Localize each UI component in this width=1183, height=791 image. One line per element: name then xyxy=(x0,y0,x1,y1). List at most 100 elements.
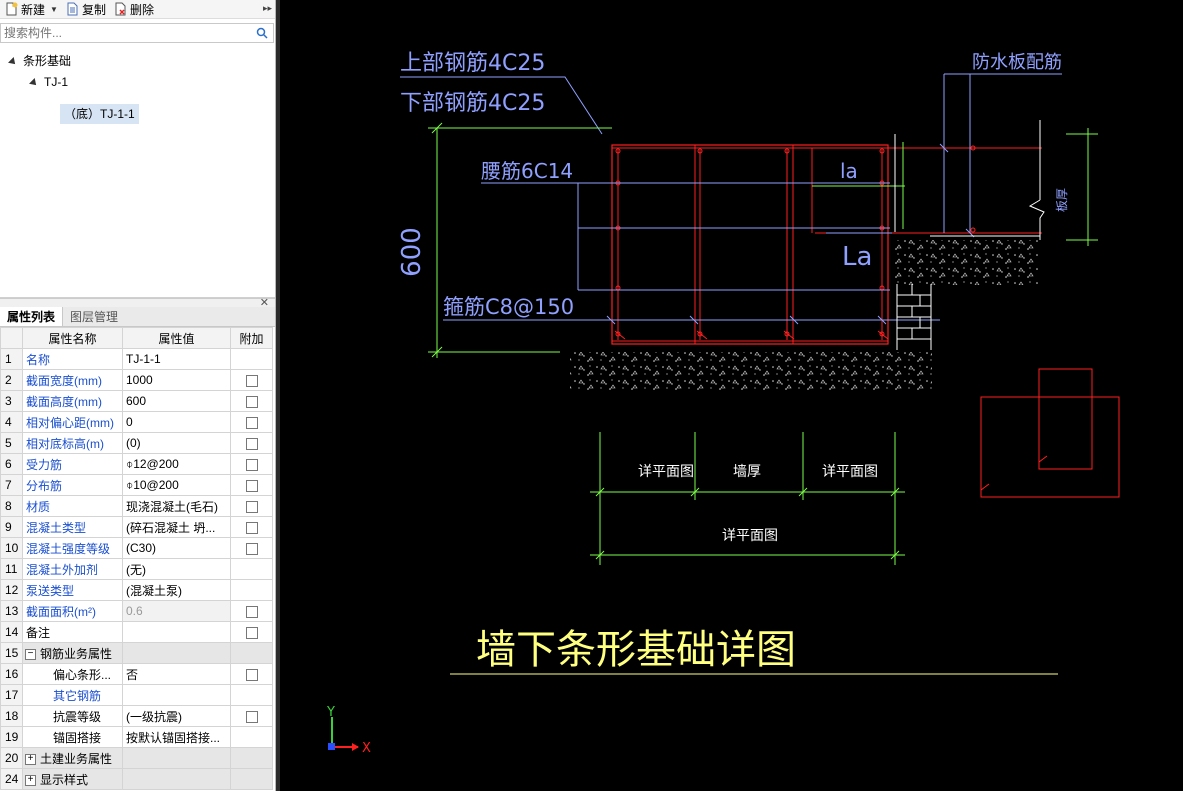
chevron-down-icon[interactable]: ▼ xyxy=(50,5,58,14)
extra-checkbox[interactable] xyxy=(245,605,258,618)
property-value[interactable]: TJ-1-1 xyxy=(122,348,231,370)
collapse-icon[interactable]: − xyxy=(25,648,36,660)
tab-layers[interactable]: 图层管理 xyxy=(63,307,125,326)
table-row[interactable]: 4 相对偏心距(mm) 0 xyxy=(0,411,273,433)
extra-checkbox[interactable] xyxy=(245,416,258,429)
table-row[interactable]: 20 + 土建业务属性 xyxy=(0,747,273,769)
table-row[interactable]: 10 混凝土强度等级 (C30) xyxy=(0,537,273,559)
drawing-title: 墙下条形基础详图 xyxy=(476,627,796,673)
table-row[interactable]: 5 相对底标高(m) (0) xyxy=(0,432,273,454)
tree-node-tj-1-1[interactable]: （底）TJ-1-1 xyxy=(60,104,139,124)
property-value[interactable]: 否 xyxy=(122,663,231,685)
axis-x-label: X xyxy=(362,741,371,756)
search-box xyxy=(0,23,274,43)
property-name: 混凝土类型 xyxy=(22,516,123,538)
new-button[interactable]: 新建 ▼ xyxy=(2,0,61,18)
property-name: 偏心条形... xyxy=(22,663,123,685)
property-extra xyxy=(230,474,273,496)
axis-y-label: Y xyxy=(326,705,335,720)
la-large-label: La xyxy=(842,242,872,272)
extra-checkbox[interactable] xyxy=(245,437,258,450)
property-value[interactable]: (无) xyxy=(122,558,231,580)
tree-node-strip-foundation[interactable]: 条形基础 xyxy=(8,51,71,71)
delete-button[interactable]: 删除 xyxy=(111,0,157,18)
property-value[interactable]: 1000 xyxy=(122,369,231,391)
extra-checkbox[interactable] xyxy=(245,500,258,513)
copy-button[interactable]: 复制 xyxy=(63,0,109,18)
table-row[interactable]: 19 锚固搭接 按默认锚固搭接... xyxy=(0,726,273,748)
property-value[interactable] xyxy=(122,768,231,790)
search-icon[interactable] xyxy=(256,27,268,39)
tree-node-tj-1[interactable]: TJ-1 xyxy=(29,72,68,92)
extra-checkbox[interactable] xyxy=(245,668,258,681)
table-row[interactable]: 24 + 显示样式 xyxy=(0,768,273,790)
property-value[interactable]: 0 xyxy=(122,411,231,433)
extra-checkbox[interactable] xyxy=(245,710,258,723)
property-value[interactable]: 现浇混凝土(毛石) xyxy=(122,495,231,517)
property-extra xyxy=(230,684,273,706)
expand-icon[interactable]: + xyxy=(25,774,36,786)
property-extra xyxy=(230,705,273,727)
expand-triangle-icon[interactable] xyxy=(8,57,18,67)
property-value[interactable] xyxy=(122,642,231,664)
property-name-label: 相对偏心距(mm) xyxy=(26,415,114,430)
table-row[interactable]: 15− 钢筋业务属性 xyxy=(0,642,273,664)
table-row[interactable]: 9 混凝土类型 (碎石混凝土 坍... xyxy=(0,516,273,538)
table-row[interactable]: 16 偏心条形... 否 xyxy=(0,663,273,685)
table-row[interactable]: 1 名称 TJ-1-1 xyxy=(0,348,273,370)
expand-icon[interactable]: + xyxy=(25,753,36,765)
property-value[interactable]: (一级抗震) xyxy=(122,705,231,727)
panel-splitter[interactable]: ✕ xyxy=(0,296,275,309)
extra-checkbox[interactable] xyxy=(245,395,258,408)
table-row[interactable]: 14 备注 xyxy=(0,621,273,643)
expand-more-icon[interactable]: ▸▸ xyxy=(263,3,272,14)
table-row[interactable]: 18 抗震等级 (一级抗震) xyxy=(0,705,273,727)
tab-properties[interactable]: 属性列表 xyxy=(0,307,64,326)
property-value[interactable]: (C30) xyxy=(122,537,231,559)
table-row[interactable]: 3 截面高度(mm) 600 xyxy=(0,390,273,412)
expand-triangle-icon[interactable] xyxy=(29,78,39,88)
extra-checkbox[interactable] xyxy=(245,521,258,534)
property-value[interactable] xyxy=(122,747,231,769)
extra-checkbox[interactable] xyxy=(245,458,258,471)
property-name-label: 分布筋 xyxy=(26,478,63,493)
table-row[interactable]: 17 其它钢筋 xyxy=(0,684,273,706)
property-value[interactable]: (碎石混凝土 坍... xyxy=(122,516,231,538)
table-row[interactable]: 12 泵送类型 (混凝土泵) xyxy=(0,579,273,601)
waterproof-label: 防水板配筋 xyxy=(972,52,1062,73)
table-row[interactable]: 6 受力筋 ⌽12@200 xyxy=(0,453,273,475)
extra-checkbox[interactable] xyxy=(245,374,258,387)
property-name: + 土建业务属性 xyxy=(22,747,123,769)
property-extra xyxy=(230,516,273,538)
table-row[interactable]: 2 截面宽度(mm) 1000 xyxy=(0,369,273,391)
property-name-label: 受力筋 xyxy=(26,457,63,472)
extra-checkbox[interactable] xyxy=(245,542,258,555)
property-name: 截面宽度(mm) xyxy=(22,369,123,391)
property-value[interactable]: (0) xyxy=(122,432,231,454)
property-value[interactable]: 0.6 xyxy=(122,600,231,622)
property-extra xyxy=(230,537,273,559)
table-row[interactable]: 7 分布筋 ⌽10@200 xyxy=(0,474,273,496)
property-value[interactable]: (混凝土泵) xyxy=(122,579,231,601)
property-value[interactable]: 按默认锚固搭接... xyxy=(122,726,231,748)
row-index: 17 xyxy=(0,684,23,706)
property-name-label: 截面面积(m²) xyxy=(26,604,96,619)
search-input[interactable] xyxy=(1,24,251,42)
property-value[interactable] xyxy=(122,684,231,706)
close-icon[interactable]: ✕ xyxy=(260,296,269,309)
property-value[interactable]: 600 xyxy=(122,390,231,412)
property-value[interactable]: ⌽12@200 xyxy=(122,453,231,475)
property-value[interactable] xyxy=(122,621,231,643)
property-name-label: 材质 xyxy=(26,499,51,514)
extra-checkbox[interactable] xyxy=(245,626,258,639)
property-extra xyxy=(230,768,273,790)
cad-canvas[interactable]: 600 板厚 上部钢筋4C25 下部钢筋4C25 腰筋6C14 箍筋C8@150… xyxy=(280,0,1183,791)
property-value[interactable]: ⌽10@200 xyxy=(122,474,231,496)
property-name: 混凝土外加剂 xyxy=(22,558,123,580)
table-row[interactable]: 11 混凝土外加剂 (无) xyxy=(0,558,273,580)
table-row[interactable]: 8 材质 现浇混凝土(毛石) xyxy=(0,495,273,517)
extra-checkbox[interactable] xyxy=(245,479,258,492)
table-row[interactable]: 13 截面面积(m²) 0.6 xyxy=(0,600,273,622)
property-extra xyxy=(230,642,273,664)
row-index: 11 xyxy=(0,558,23,580)
